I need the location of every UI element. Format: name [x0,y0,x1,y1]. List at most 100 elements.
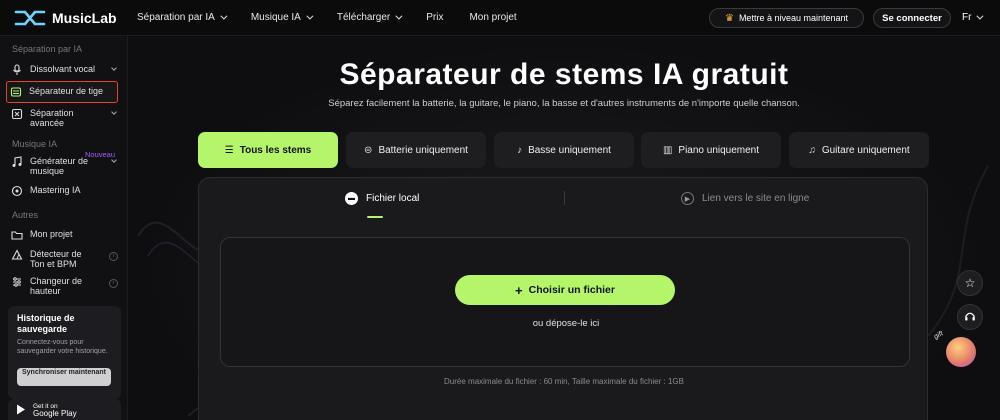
guitar-icon: ♫ [808,144,816,156]
list-icon: ☰ [224,144,234,156]
stems-icon [10,87,22,97]
folder-icon: ▬ [345,192,358,205]
headset-icon[interactable] [957,304,983,330]
google-play-icon [17,404,25,415]
sidebar-item-label: Séparation avancée [30,108,74,128]
section-title-ai-separation: Séparation par IA [12,44,83,54]
page-subtitle: Séparez facilement la batterie, la guita… [328,98,800,109]
microphone-icon [13,64,21,75]
nav-label: Musique IA [250,12,301,23]
file-limits: Durée maximale du fichier : 60 min, Tail… [444,377,684,386]
history-description: Connectez-vous pour sauvegarder votre hi… [17,339,108,355]
language-label: Fr [962,12,972,23]
chevron-down-icon [976,12,984,20]
logo[interactable]: MusicLab [14,9,117,27]
tab-label: Piano uniquement [678,144,760,156]
pitch-icon [13,277,21,287]
piano-icon: ▥ [662,144,673,156]
video-link-icon: ▶ [681,192,694,205]
nav-my-project[interactable]: Mon projet [469,12,516,23]
choose-file-label: Choisir un fichier [528,284,615,296]
sync-now-button[interactable]: Synchroniser maintenant [17,368,111,386]
info-icon[interactable]: i [109,279,118,288]
google-play-badge[interactable]: Get it on Google Play [8,399,121,420]
nav-label: Séparation par IA [137,12,215,23]
tab-label: Tous les stems [239,144,312,156]
sidebar-item-vocal-remover[interactable]: Dissolvant vocal [8,64,120,76]
chevron-down-icon [220,12,228,20]
active-tab-indicator [367,216,383,218]
tab-label: Guitare uniquement [821,144,910,156]
info-icon[interactable]: i [109,252,118,261]
advanced-icon [11,108,23,120]
star-icon[interactable]: ☆ [957,270,983,296]
upgrade-button[interactable]: ♛ Mettre à niveau maintenant [709,8,864,28]
app-name: MusicLab [52,10,117,26]
choose-file-button[interactable]: + Choisir un fichier [455,275,675,305]
sidebar-item-ai-mastering[interactable]: Mastering IA [8,185,120,197]
nav-label: Mon projet [469,12,517,23]
tab-label: Basse uniquement [528,144,611,156]
sidebar-item-label: Mon projet [30,229,73,239]
sidebar-item-advanced-separation[interactable]: Séparation avancée [8,108,120,128]
chevron-down-icon [111,157,117,163]
nav-label: Prix [426,12,444,23]
divider [564,191,565,205]
tab-piano-only[interactable]: ▥ Piano uniquement [641,132,781,168]
bass-icon: ♪ [517,144,523,156]
section-title-ai-music: Musique IA [12,139,58,149]
drum-icon: ⊜ [364,144,373,156]
sidebar-item-key-bpm-detector[interactable]: Détecteur de Ton et BPM i [8,249,120,269]
chevron-down-icon [111,65,117,71]
nav-ai-separation[interactable]: Séparation par IA [137,12,228,23]
sidebar-item-label: Générateur de musique [30,156,89,176]
tab-local-file[interactable]: ▬ Fichier local [345,192,419,205]
plus-icon: + [515,282,523,298]
top-navigation-bar: MusicLab Séparation par IA Musique IA Té… [0,0,1000,36]
tuner-icon [11,249,23,260]
tab-all-stems[interactable]: ☰ Tous les stems [198,132,338,168]
nav-download[interactable]: Télécharger [337,12,403,23]
tab-label: Lien vers le site en ligne [702,193,810,204]
upgrade-label: Mettre à niveau maintenant [738,13,849,23]
tab-drums-only[interactable]: ⊜ Batterie uniquement [346,132,486,168]
sidebar-item-label: Mastering IA [30,185,81,195]
sidebar-item-my-project[interactable]: Mon projet [8,229,120,241]
main-content: Séparateur de stems IA gratuit Séparez f… [128,36,1000,420]
tab-guitar-only[interactable]: ♫ Guitare uniquement [789,132,929,168]
folder-icon [11,231,23,240]
sidebar-item-label: Séparateur de tige [29,86,104,96]
upload-panel: ▬ Fichier local ▶ Lien vers le site en l… [198,177,928,420]
section-title-others: Autres [12,210,39,220]
tab-bass-only[interactable]: ♪ Basse uniquement [494,132,634,168]
history-card: Historique de sauvegarde Connectez-vous … [8,306,121,399]
google-play-text: Get it on Google Play [33,403,77,418]
sidebar-item-stem-splitter[interactable]: Séparateur de tige [6,81,118,103]
sidebar: Séparation par IA Dissolvant vocal Sépar… [0,36,128,420]
sidebar-item-label: Détecteur de Ton et BPM [30,249,82,269]
drop-hint: ou dépose-le ici [532,318,600,329]
gift-icon[interactable] [946,337,976,367]
login-label: Se connecter [882,12,942,24]
tab-label: Fichier local [366,193,420,204]
nav-pricing[interactable]: Prix [426,12,443,23]
sidebar-item-label: Dissolvant vocal [30,64,96,74]
tab-online-link[interactable]: ▶ Lien vers le site en ligne [681,192,809,205]
musiclab-logo-icon [14,9,46,27]
chevron-down-icon [111,109,117,115]
file-drop-zone[interactable]: + Choisir un fichier ou dépose-le ici [220,237,910,367]
login-button[interactable]: Se connecter [873,8,951,28]
tab-label: Batterie uniquement [378,144,468,156]
crown-icon: ♛ [724,12,734,24]
mastering-icon [11,185,23,197]
chevron-down-icon [306,12,314,20]
google-play-line2: Google Play [33,408,77,418]
nav-ai-music[interactable]: Musique IA [250,12,314,23]
main-nav: Séparation par IA Musique IA Télécharger… [137,12,543,23]
history-title: Historique de sauvegarde [17,313,75,334]
language-selector[interactable]: Fr [962,12,984,23]
sidebar-item-music-generator[interactable]: Générateur de musique [8,156,120,176]
sidebar-item-pitch-changer[interactable]: Changeur de hauteur i [8,276,120,296]
page-title: Séparateur de stems IA gratuit [339,58,789,91]
music-generator-icon [12,156,22,167]
